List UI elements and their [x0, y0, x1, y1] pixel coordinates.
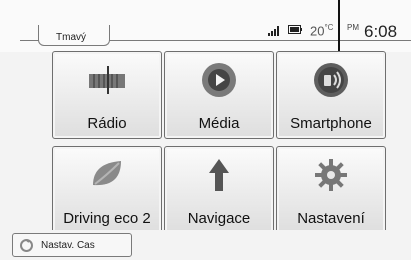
clock-settings-icon: [20, 239, 33, 252]
temperature-value: 20: [310, 23, 325, 39]
home-screen: Tmavý 20°C PM 6:08 Rádio Média Smartphon…: [0, 0, 411, 260]
set-clock-button[interactable]: Nastav. Cas: [12, 233, 132, 257]
tile-driving-eco[interactable]: Driving eco 2: [52, 146, 162, 234]
smartphone-icon: [314, 63, 348, 97]
tile-radio[interactable]: Rádio: [52, 51, 162, 139]
tile-smartphone[interactable]: Smartphone: [276, 51, 386, 139]
tile-label: Smartphone: [290, 115, 372, 132]
media-play-icon: [202, 63, 236, 97]
tile-navigation[interactable]: Navigace: [164, 146, 274, 234]
tile-label: Driving eco 2: [63, 210, 151, 227]
set-clock-label: Nastav. Cas: [41, 240, 95, 251]
gear-icon: [315, 159, 347, 191]
status-bar: Tmavý 20°C PM 6:08: [0, 0, 411, 52]
tile-label: Média: [198, 115, 240, 132]
tile-label: Nastavení: [297, 210, 365, 227]
display-mode-label: Tmavý: [56, 32, 86, 43]
battery-icon: [288, 25, 302, 34]
moon-icon: [43, 28, 49, 40]
eco-leaf-icon: [93, 161, 121, 186]
navigation-arrow-icon: [209, 159, 229, 191]
tile-label: Navigace: [187, 210, 251, 227]
tile-media[interactable]: Média: [164, 51, 274, 139]
clock-time: 6:08: [364, 22, 398, 41]
tile-label: Rádio: [87, 115, 127, 132]
signal-strength-icon: [268, 26, 279, 36]
ampm-indicator: PM: [347, 23, 359, 32]
outside-temperature: 20°C: [310, 23, 333, 38]
temperature-unit: °C: [324, 23, 334, 32]
radio-icon: [89, 66, 125, 94]
tile-settings[interactable]: Nastavení: [276, 146, 386, 234]
